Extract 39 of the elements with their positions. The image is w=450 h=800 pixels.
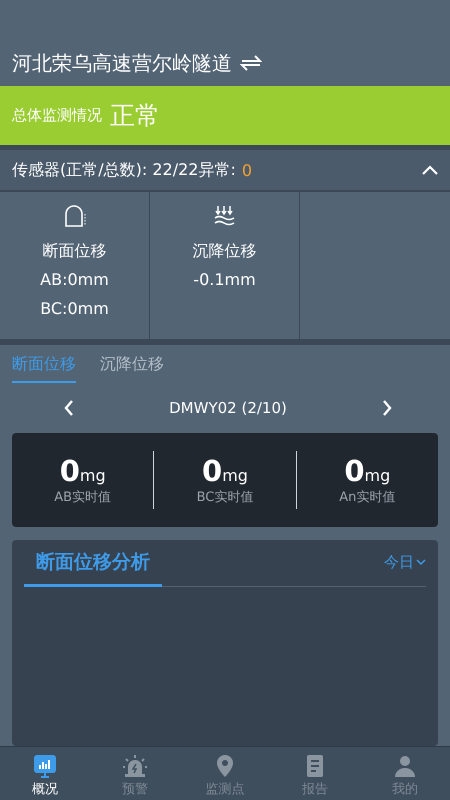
reading-unit: mg xyxy=(364,466,390,485)
previous-icon[interactable] xyxy=(64,400,74,416)
reading-label: AB实时值 xyxy=(54,488,112,506)
user-icon xyxy=(392,754,418,778)
reading-value: 0 xyxy=(60,454,80,488)
reading-unit: mg xyxy=(80,466,106,485)
collapse-icon[interactable] xyxy=(422,165,438,175)
switch-icon[interactable] xyxy=(240,55,262,71)
analysis-title: 断面位移分析 xyxy=(24,540,162,587)
card-title: 断面位移 xyxy=(42,240,106,262)
card-value: -0.1mm xyxy=(193,269,256,291)
settlement-icon xyxy=(212,204,236,228)
reading-value: 0 xyxy=(202,454,222,488)
abnormal-count: 0 xyxy=(242,160,252,180)
nav-item[interactable]: 监测点 xyxy=(180,746,270,800)
caret-icon xyxy=(416,559,426,566)
chart-icon xyxy=(32,754,58,778)
nav-item[interactable]: 报告 xyxy=(270,746,360,800)
alarm-icon xyxy=(122,754,148,778)
card-title: 沉降位移 xyxy=(192,240,256,262)
status-value: 正常 xyxy=(110,100,160,132)
status-label: 总体监测情况 xyxy=(12,106,102,125)
reading-label: BC实时值 xyxy=(196,488,254,506)
card-value: BC:0mm xyxy=(40,298,109,320)
device-name: DMWY02 (2/10) xyxy=(169,398,287,417)
next-icon[interactable] xyxy=(382,400,392,416)
tunnel-icon xyxy=(62,204,86,228)
reading-label: An实时值 xyxy=(339,488,396,506)
site-title: 河北荣乌高速营尔岭隧道 xyxy=(12,50,232,76)
tab[interactable]: 断面位移 xyxy=(12,354,76,383)
nav-item[interactable]: 我的 xyxy=(360,746,450,800)
range-dropdown[interactable]: 今日 xyxy=(384,553,426,572)
nav-item[interactable]: 预警 xyxy=(90,746,180,800)
reading-value: 0 xyxy=(344,454,365,488)
reading-unit: mg xyxy=(222,466,248,485)
sensor-summary: 传感器(正常/总数): 22/22异常: xyxy=(12,160,236,180)
nav-item[interactable]: 概况 xyxy=(0,746,90,800)
card-value: AB:0mm xyxy=(40,269,109,291)
tab[interactable]: 沉降位移 xyxy=(100,354,164,383)
